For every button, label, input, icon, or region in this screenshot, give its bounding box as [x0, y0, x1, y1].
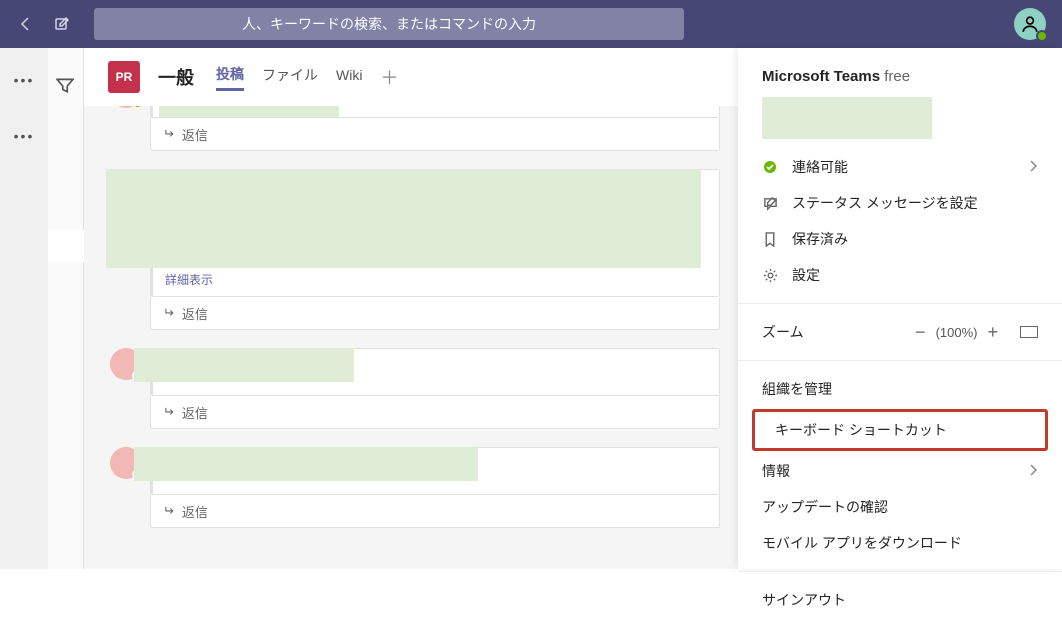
check-updates[interactable]: アップデートの確認 [738, 489, 1062, 525]
message: ↵ 返信 [102, 348, 720, 429]
back-icon[interactable] [16, 14, 36, 34]
menu-label: サインアウト [762, 590, 846, 610]
chevron-right-icon [1028, 463, 1038, 480]
redacted-content [134, 447, 478, 481]
tab-posts[interactable]: 投稿 [216, 64, 244, 91]
profile-avatar[interactable] [1014, 8, 1046, 40]
rail-more-2[interactable]: ••• [14, 128, 35, 144]
saved-items[interactable]: 保存済み [738, 221, 1062, 257]
reply-button[interactable]: ↵ 返信 [150, 396, 720, 429]
message: 詳細表示 ↵ 返信 [102, 169, 720, 330]
message-body[interactable] [150, 106, 720, 118]
presence-label: 連絡可能 [792, 157, 848, 177]
separator [738, 571, 1062, 572]
profile-flyout: Microsoft Teams free 連絡可能 ステータス メッセージを設定… [738, 48, 1062, 569]
zoom-percent: (100%) [936, 325, 978, 340]
download-mobile[interactable]: モバイル アプリをダウンロード [738, 525, 1062, 561]
manage-org[interactable]: 組織を管理 [738, 371, 1062, 407]
separator [738, 360, 1062, 361]
chevron-right-icon [1028, 159, 1038, 176]
reply-icon: ↵ [163, 305, 174, 321]
presence-row[interactable]: 連絡可能 [738, 149, 1062, 185]
zoom-in-button[interactable]: + [977, 323, 1008, 341]
search-input[interactable]: 人、キーワードの検索、またはコマンドの入力 [94, 8, 684, 40]
plan-label: free [884, 68, 910, 85]
message: ↵ 返信 [102, 106, 720, 151]
presence-available-icon [132, 106, 143, 109]
tab-files[interactable]: ファイル [262, 65, 318, 89]
sign-out[interactable]: サインアウト [738, 582, 1062, 618]
menu-label: 保存済み [792, 229, 848, 249]
info[interactable]: 情報 [738, 453, 1062, 489]
gear-icon [762, 267, 778, 283]
app-name: Microsoft Teams [762, 68, 880, 85]
app-rail: ••• ••• [0, 48, 48, 569]
settings[interactable]: 設定 [738, 257, 1062, 293]
teams-sidebar [48, 48, 84, 569]
zoom-label: ズーム [762, 322, 905, 342]
reply-button[interactable]: ↵ 返信 [150, 495, 720, 528]
menu-label: 組織を管理 [762, 379, 832, 399]
menu-label: 設定 [792, 265, 820, 285]
filter-icon[interactable] [56, 76, 83, 99]
menu-label: 情報 [762, 461, 790, 481]
conversation-pane: ↵ 返信 詳細表示 ↵ 返信 ↵ 返信 ↵ 返信 [84, 106, 738, 569]
reply-button[interactable]: ↵ 返信 [150, 118, 720, 151]
rail-more-1[interactable]: ••• [14, 72, 35, 88]
profile-redacted [762, 97, 932, 139]
keyboard-shortcuts[interactable]: キーボード ショートカット [752, 409, 1048, 451]
team-avatar[interactable]: PR [108, 61, 140, 93]
channel-name: 一般 [158, 64, 194, 90]
reply-icon: ↵ [163, 126, 174, 142]
search-placeholder: 人、キーワードの検索、またはコマンドの入力 [242, 14, 536, 34]
bookmark-icon [762, 231, 778, 247]
reply-label: 返信 [182, 125, 208, 144]
tab-wiki[interactable]: Wiki [336, 67, 362, 87]
reply-button[interactable]: ↵ 返信 [150, 297, 720, 330]
separator [738, 303, 1062, 304]
edit-message-icon [762, 195, 778, 211]
show-more-link[interactable]: 詳細表示 [153, 265, 225, 294]
presence-available-icon [762, 159, 778, 175]
add-tab-button[interactable]: ＋ [380, 64, 398, 90]
menu-label: キーボード ショートカット [775, 420, 947, 440]
compose-icon[interactable] [52, 14, 72, 34]
message: ↵ 返信 [102, 447, 720, 528]
flyout-title: Microsoft Teams free [738, 68, 1062, 93]
reply-label: 返信 [182, 304, 208, 323]
menu-label: ステータス メッセージを設定 [792, 193, 978, 213]
set-status-message[interactable]: ステータス メッセージを設定 [738, 185, 1062, 221]
selected-channel-indicator [48, 230, 84, 262]
reply-label: 返信 [182, 502, 208, 521]
presence-available-icon [1036, 30, 1048, 42]
zoom-out-button[interactable]: − [905, 323, 936, 341]
title-bar: 人、キーワードの検索、またはコマンドの入力 [0, 0, 1062, 48]
fullscreen-icon[interactable] [1020, 326, 1038, 338]
menu-label: モバイル アプリをダウンロード [762, 533, 962, 553]
reply-label: 返信 [182, 403, 208, 422]
redacted-content [106, 169, 701, 268]
reply-icon: ↵ [163, 503, 174, 519]
menu-label: アップデートの確認 [762, 497, 888, 517]
reply-icon: ↵ [163, 404, 174, 420]
redacted-content [134, 348, 354, 382]
redacted-content [159, 106, 339, 117]
zoom-control: ズーム − (100%) + [738, 314, 1062, 350]
